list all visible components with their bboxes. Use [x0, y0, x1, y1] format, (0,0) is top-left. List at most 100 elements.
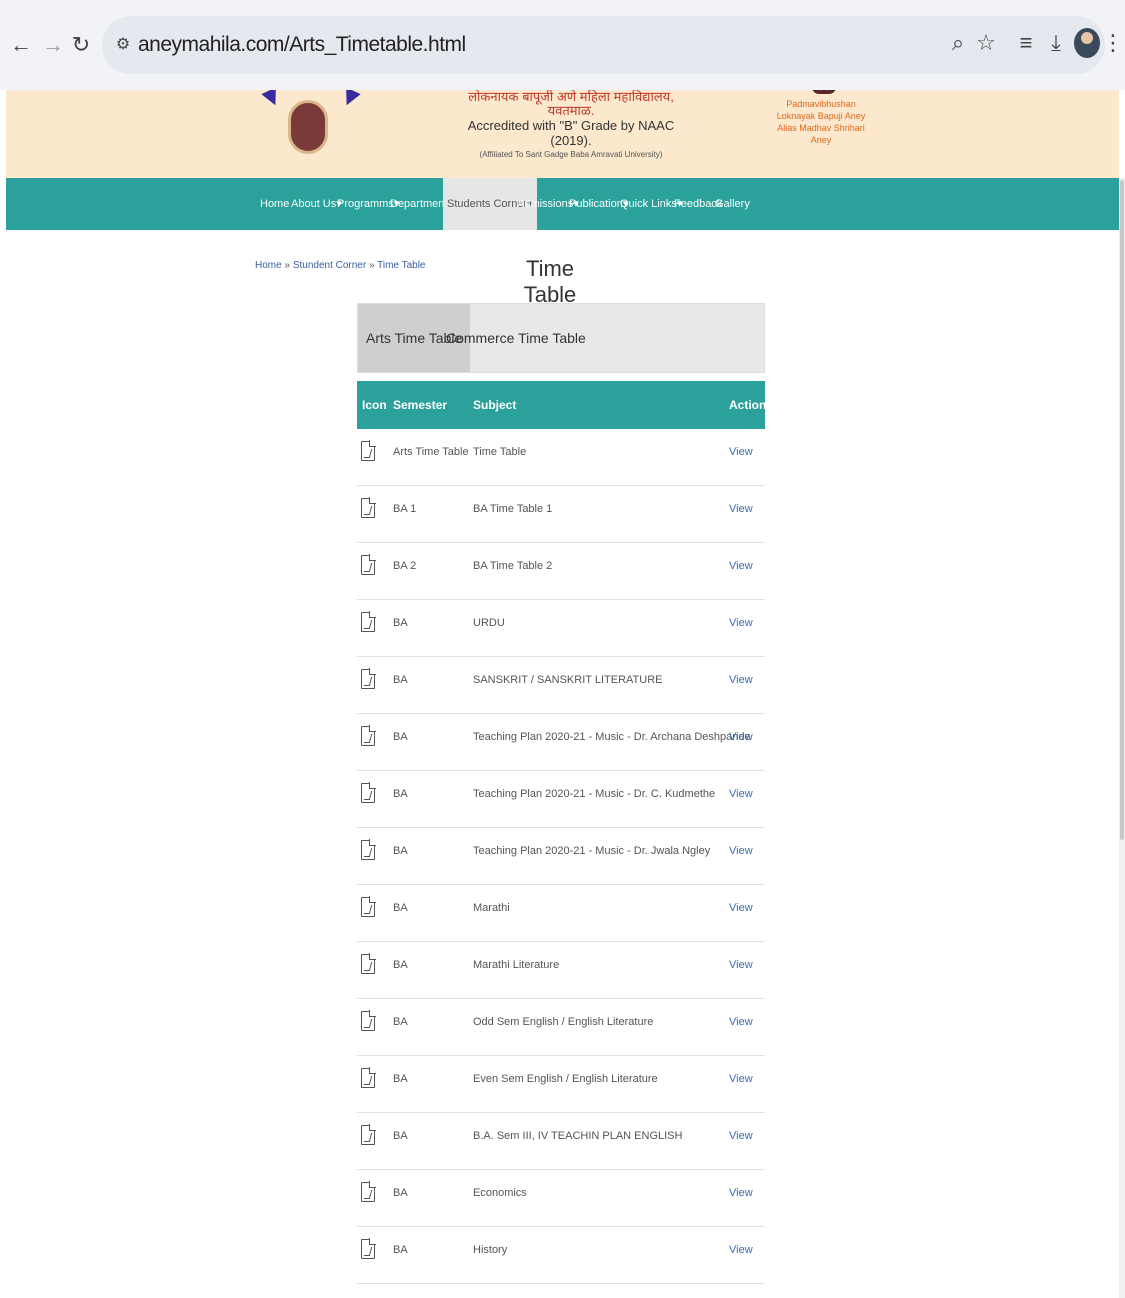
kebab-menu-icon[interactable]: ⋮ [1102, 28, 1124, 58]
cell-semester: BA [393, 1016, 408, 1028]
pdf-file-icon [361, 668, 376, 689]
pdf-file-icon [361, 896, 376, 917]
pdf-file-icon [361, 497, 376, 518]
view-link[interactable]: View [729, 657, 753, 703]
view-link[interactable]: View [729, 600, 753, 646]
accreditation-text: Accredited with "B" Grade by NAAC (2019)… [467, 118, 675, 148]
view-link[interactable]: View [729, 1170, 753, 1216]
cell-semester: BA [393, 788, 408, 800]
founder-name: Padmavibhushan Loknayak Bapuji Aney Alia… [776, 99, 866, 145]
cell-semester: BA [393, 731, 408, 743]
cell-subject: SANSKRIT / SANSKRIT LITERATURE [473, 674, 663, 686]
table-row: BA Teaching Plan 2020-21 - Music - Dr. C.… [357, 771, 765, 828]
cell-semester: BA [393, 902, 408, 914]
view-link[interactable]: View [729, 885, 753, 931]
cell-semester: BA [393, 1187, 408, 1199]
table-header: Icon Semester Subject Action [357, 381, 766, 429]
cell-semester: BA [393, 1130, 408, 1142]
breadcrumb-section[interactable]: Stundent Corner [293, 260, 366, 271]
cell-semester: BA [393, 845, 408, 857]
nav-home[interactable]: Home [260, 178, 289, 230]
cell-semester: BA [393, 674, 408, 686]
timetable-tabs: Arts Time Table Commerce Time Table [357, 303, 765, 373]
table-row: BA SANSKRIT / SANSKRIT LITERATURE View [357, 657, 765, 714]
cell-subject: URDU [473, 617, 505, 629]
cell-subject: History [473, 1244, 508, 1256]
college-logo[interactable] [288, 100, 328, 154]
view-link[interactable]: View [729, 714, 753, 760]
cell-semester: BA [393, 959, 408, 971]
reading-list-icon[interactable]: ≡ [1012, 28, 1040, 58]
zoom-icon[interactable]: ⌕ [944, 28, 972, 58]
site-header: लोकनायक बापूजी अणे महिला महाविद्यालय, यव… [6, 90, 1119, 178]
pdf-file-icon [361, 839, 376, 860]
cell-subject: Even Sem English / English Literature [473, 1073, 658, 1085]
pdf-file-icon [361, 554, 376, 575]
pdf-file-icon [361, 1124, 376, 1145]
breadcrumb-current: Time Table [377, 260, 426, 271]
cell-semester: BA 1 [393, 503, 417, 515]
table-row: BA 2 BA Time Table 2 View [357, 543, 765, 600]
table-row: BA Economics View [357, 1170, 765, 1227]
logo-ornament [261, 90, 283, 109]
cell-semester: Arts Time Table [393, 446, 469, 458]
breadcrumb-separator: » [281, 260, 293, 271]
view-link[interactable]: View [729, 999, 753, 1045]
nav-gallery[interactable]: Gallery [715, 178, 750, 230]
view-link[interactable]: View [729, 429, 753, 475]
profile-avatar[interactable] [1074, 28, 1100, 58]
table-row: BA Even Sem English / English Literature V… [357, 1056, 765, 1113]
view-link[interactable]: View [729, 771, 753, 817]
reload-icon[interactable]: ↻ [68, 30, 94, 60]
header-subject: Subject [473, 398, 517, 412]
pdf-file-icon [361, 782, 376, 803]
cell-subject: Time Table [473, 446, 527, 458]
cell-subject: Teaching Plan 2020-21 - Music - Dr. Arch… [473, 731, 751, 743]
breadcrumb-home[interactable]: Home [255, 260, 282, 271]
pdf-file-icon [361, 1067, 376, 1088]
table-row: BA Marathi Literature View [357, 942, 765, 999]
cell-subject: BA Time Table 1 [473, 503, 553, 515]
scrollbar-thumb[interactable] [1120, 180, 1124, 840]
table-row: BA Odd Sem English / English Literature Vi… [357, 999, 765, 1056]
logo-ornament [339, 90, 361, 109]
view-link[interactable]: View [729, 942, 753, 988]
pdf-file-icon [361, 1010, 376, 1031]
pdf-file-icon [361, 440, 376, 461]
cell-subject: Marathi Literature [473, 959, 560, 971]
view-link[interactable]: View [729, 828, 753, 874]
view-link[interactable]: View [729, 486, 753, 532]
view-link[interactable]: View [729, 1227, 753, 1273]
cell-subject: Teaching Plan 2020-21 - Music - Dr. Jwal… [473, 845, 711, 857]
pdf-file-icon [361, 611, 376, 632]
cell-subject: B.A. Sem III, IV TEACHIN PLAN ENGLISH [473, 1130, 683, 1142]
view-link[interactable]: View [729, 543, 753, 589]
table-row: BA Teaching Plan 2020-21 - Music - Dr. Jw… [357, 828, 765, 885]
star-icon[interactable]: ☆ [972, 28, 1000, 58]
site-info-icon[interactable]: ⚙ [110, 30, 136, 60]
timetable-table: Icon Semester Subject Action Arts Time T… [357, 381, 766, 1284]
cell-semester: BA [393, 617, 408, 629]
back-icon[interactable]: ← [8, 30, 34, 60]
nav-about-us[interactable]: About Us▾ [291, 178, 342, 230]
affiliation-text: (Affiliated To Sant Gadge Baba Amravati … [479, 150, 663, 159]
pdf-file-icon [361, 953, 376, 974]
pdf-file-icon [361, 1181, 376, 1202]
table-row: BA URDU View [357, 600, 765, 657]
table-row: BA Teaching Plan 2020-21 - Music - Dr. Ar… [357, 714, 765, 771]
header-icon: Icon [362, 398, 387, 412]
cell-semester: BA 2 [393, 560, 417, 572]
cell-semester: BA [393, 1073, 408, 1085]
page-title: Time Table [523, 256, 577, 307]
view-link[interactable]: View [729, 1056, 753, 1102]
url-text[interactable]: aneymahila.com/Arts_Timetable.html [138, 30, 466, 60]
founder-portrait [812, 90, 836, 94]
tab-commerce-time-table[interactable]: Commerce Time Table [438, 304, 594, 372]
download-icon[interactable]: ⤓ [1042, 28, 1070, 58]
breadcrumb: Home » Stundent Corner » Time Table [255, 260, 426, 271]
cell-semester: BA [393, 1244, 408, 1256]
view-link[interactable]: View [729, 1113, 753, 1159]
cell-subject: Odd Sem English / English Literature [473, 1016, 654, 1028]
table-row: BA Marathi View [357, 885, 765, 942]
forward-icon[interactable]: → [40, 30, 66, 60]
